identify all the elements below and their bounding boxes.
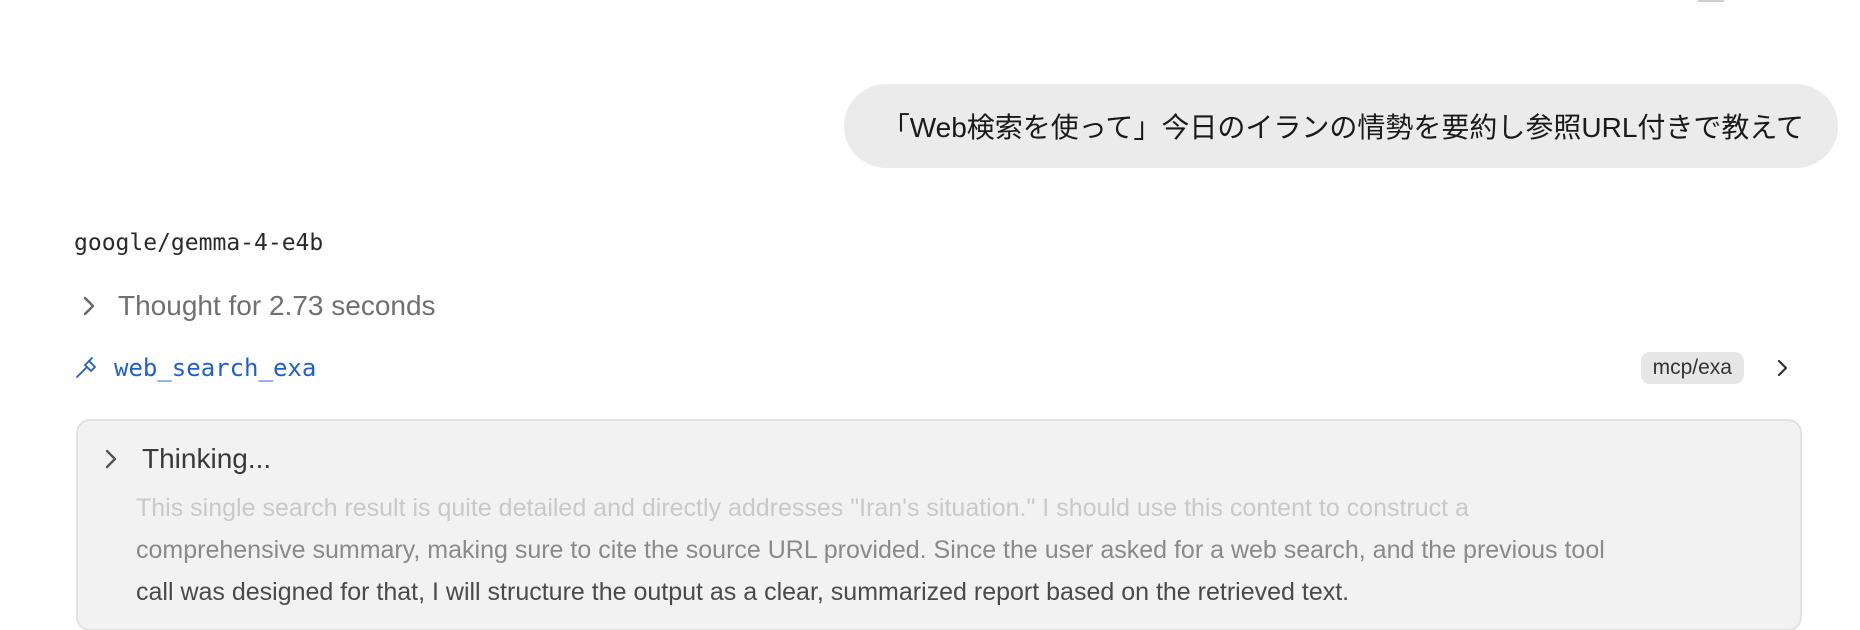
thinking-line: This single search result is quite detai… [136,494,1469,522]
hammer-icon [76,357,96,378]
thinking-content: This single search result is quite detai… [136,487,1776,613]
thinking-label: Thinking... [142,443,272,474]
thought-toggle[interactable]: Thought for 2.73 seconds [74,290,436,322]
chevron-right-icon[interactable] [1770,356,1794,380]
chevron-right-icon [83,296,95,316]
tool-call-row[interactable]: web_search_exa mcp/exa [74,352,1794,384]
tool-source-badge: mcp/exa [1640,352,1744,384]
chevron-right-icon [105,449,117,469]
user-message-text: 「Web検索を使って」今日のイランの情勢を要約し参照URL付きで教えて [881,112,1804,143]
thinking-line: comprehensive summary, making sure to ci… [136,536,1605,564]
thinking-toggle[interactable]: Thinking... [96,443,271,475]
chat-view: 「Web検索を使って」今日のイランの情勢を要約し参照URL付きで教えて goog… [0,0,1860,630]
tool-name: web_search_exa [114,354,317,382]
thinking-panel: Thinking... This single search result is… [76,419,1802,630]
thinking-line: call was designed for that, I will struc… [136,578,1350,606]
model-name: google/gemma-4-e4b [74,230,324,256]
thought-label: Thought for 2.73 seconds [118,290,436,321]
scroll-indicator [1698,0,1724,2]
user-message-bubble: 「Web検索を使って」今日のイランの情勢を要約し参照URL付きで教えて [843,84,1838,168]
